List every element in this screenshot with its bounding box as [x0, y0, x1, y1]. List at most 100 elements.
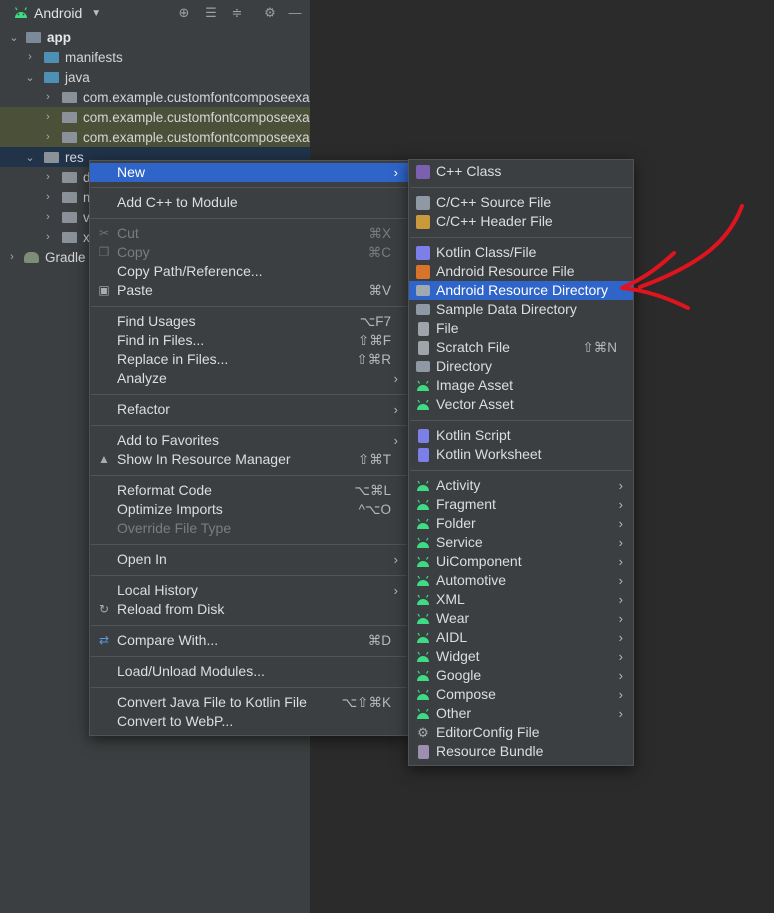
tree-item-package[interactable]: › com.example.customfontcomposeexa [0, 87, 310, 107]
menu-item-replace-in-files[interactable]: Replace in Files... ⇧⌘R [90, 350, 408, 369]
target-icon[interactable]: ⊕ [176, 5, 192, 21]
chevron-right-icon[interactable]: › [42, 111, 54, 123]
minimize-icon[interactable]: — [287, 5, 303, 21]
menu-item-convert-to-webp[interactable]: Convert to WebP... [90, 712, 408, 731]
menu-label: Kotlin Class/File [436, 244, 537, 260]
submenu-item-google[interactable]: Google › [409, 666, 633, 685]
shortcut-label: ⇧⌘R [356, 352, 391, 367]
submenu-item-cpp-class[interactable]: C++ Class [409, 162, 633, 181]
menu-item-copy[interactable]: ❐ Copy ⌘C [90, 243, 408, 262]
submenu-item-file[interactable]: File [409, 319, 633, 338]
submenu-item-fragment[interactable]: Fragment › [409, 495, 633, 514]
scratch-file-icon [418, 341, 429, 355]
chevron-down-icon[interactable]: ▼ [91, 8, 101, 19]
submenu-item-editorconfig-file[interactable]: ⚙ EditorConfig File [409, 723, 633, 742]
menu-item-cut[interactable]: ✂ Cut ⌘X [90, 224, 408, 243]
chevron-right-icon: › [618, 592, 623, 607]
chevron-right-icon[interactable]: › [42, 231, 54, 243]
compare-icon: ⇄ [98, 633, 110, 647]
folder-icon [62, 211, 77, 223]
menu-item-find-in-files[interactable]: Find in Files... ⇧⌘F [90, 331, 408, 350]
menu-label: Compose [436, 686, 496, 702]
menu-item-show-in-resource-manager[interactable]: ▲ Show In Resource Manager ⇧⌘T [90, 450, 408, 469]
submenu-item-kotlin-script[interactable]: Kotlin Script [409, 426, 633, 445]
submenu-item-activity[interactable]: Activity › [409, 476, 633, 495]
menu-item-local-history[interactable]: Local History › [90, 581, 408, 600]
kotlin-script-icon [418, 429, 429, 443]
menu-label: EditorConfig File [436, 724, 540, 740]
expand-all-icon[interactable]: ☰ [203, 5, 219, 21]
submenu-item-service[interactable]: Service › [409, 533, 633, 552]
menu-item-add-to-favorites[interactable]: Add to Favorites › [90, 431, 408, 450]
android-icon [416, 498, 430, 512]
submenu-item-vector-asset[interactable]: Vector Asset [409, 395, 633, 414]
menu-item-new[interactable]: New › [90, 163, 408, 182]
tree-item-app[interactable]: ⌄ app [0, 27, 310, 47]
menu-label: Find Usages [117, 313, 196, 329]
context-menu: New › Add C++ to Module ✂ Cut ⌘X ❐ Copy ⌘C Co… [89, 160, 409, 736]
submenu-item-widget[interactable]: Widget › [409, 647, 633, 666]
tree-item-manifests[interactable]: › manifests [0, 47, 310, 67]
chevron-right-icon[interactable]: › [42, 131, 54, 143]
tree-item-java[interactable]: ⌄ java [0, 67, 310, 87]
menu-item-refactor[interactable]: Refactor › [90, 400, 408, 419]
menu-item-optimize-imports[interactable]: Optimize Imports ^⌥O [90, 500, 408, 519]
menu-label: Replace in Files... [117, 351, 229, 367]
menu-label: Fragment [436, 496, 496, 512]
menu-item-copy-path[interactable]: Copy Path/Reference... [90, 262, 408, 281]
submenu-item-wear[interactable]: Wear › [409, 609, 633, 628]
menu-item-find-usages[interactable]: Find Usages ⌥F7 [90, 312, 408, 331]
submenu-item-folder[interactable]: Folder › [409, 514, 633, 533]
menu-separator [91, 475, 407, 476]
submenu-item-scratch-file[interactable]: Scratch File ⇧⌘N [409, 338, 633, 357]
android-icon [416, 631, 430, 645]
chevron-right-icon[interactable]: › [42, 91, 54, 103]
submenu-item-other[interactable]: Other › [409, 704, 633, 723]
shortcut-label: ⌥F7 [359, 314, 391, 329]
menu-separator [91, 687, 407, 688]
tree-label: com.example.customfontcomposeexa [83, 109, 310, 125]
collapse-all-icon[interactable]: ≑ [229, 5, 245, 21]
submenu-item-xml[interactable]: XML › [409, 590, 633, 609]
gear-icon[interactable]: ⚙ [262, 5, 278, 21]
chevron-down-icon[interactable]: ⌄ [24, 151, 36, 164]
chevron-right-icon[interactable]: › [42, 211, 54, 223]
menu-label: Android Resource Directory [436, 282, 608, 298]
kotlin-file-icon [416, 246, 430, 260]
chevron-right-icon[interactable]: › [24, 51, 36, 63]
menu-item-paste[interactable]: ▣ Paste ⌘V [90, 281, 408, 300]
menu-item-analyze[interactable]: Analyze › [90, 369, 408, 388]
submenu-item-uicomponent[interactable]: UiComponent › [409, 552, 633, 571]
android-icon [416, 555, 430, 569]
submenu-item-automotive[interactable]: Automotive › [409, 571, 633, 590]
menu-label: C++ Class [436, 163, 502, 179]
menu-separator [91, 187, 407, 188]
tree-label: java [65, 69, 90, 85]
menu-label: Find in Files... [117, 332, 205, 348]
submenu-item-directory[interactable]: Directory [409, 357, 633, 376]
chevron-right-icon[interactable]: › [42, 191, 54, 203]
android-icon [416, 479, 430, 493]
submenu-item-kotlin-worksheet[interactable]: Kotlin Worksheet [409, 445, 633, 464]
menu-item-convert-to-kotlin[interactable]: Convert Java File to Kotlin File ⌥⇧⌘K [90, 693, 408, 712]
tree-item-package[interactable]: › com.example.customfontcomposeexa [0, 107, 310, 127]
menu-item-load-unload-modules[interactable]: Load/Unload Modules... [90, 662, 408, 681]
tree-item-package[interactable]: › com.example.customfontcomposeexa [0, 127, 310, 147]
chevron-down-icon[interactable]: ⌄ [24, 71, 36, 84]
menu-item-reformat-code[interactable]: Reformat Code ⌥⌘L [90, 481, 408, 500]
menu-item-add-cpp[interactable]: Add C++ to Module [90, 193, 408, 212]
menu-item-open-in[interactable]: Open In › [90, 550, 408, 569]
chevron-right-icon[interactable]: › [6, 251, 18, 263]
menu-item-reload-from-disk[interactable]: ↻ Reload from Disk [90, 600, 408, 619]
submenu-item-compose[interactable]: Compose › [409, 685, 633, 704]
menu-label: Convert to WebP... [117, 713, 234, 729]
submenu-item-image-asset[interactable]: Image Asset [409, 376, 633, 395]
menu-item-compare-with[interactable]: ⇄ Compare With... ⌘D [90, 631, 408, 650]
chevron-right-icon[interactable]: › [42, 171, 54, 183]
menu-item-override-file-type[interactable]: Override File Type [90, 519, 408, 538]
chevron-down-icon[interactable]: ⌄ [8, 31, 20, 44]
submenu-item-aidl[interactable]: AIDL › [409, 628, 633, 647]
annotation-arrow-icon [620, 204, 744, 310]
project-view-title[interactable]: Android [34, 5, 82, 21]
submenu-item-resource-bundle[interactable]: Resource Bundle [409, 742, 633, 761]
